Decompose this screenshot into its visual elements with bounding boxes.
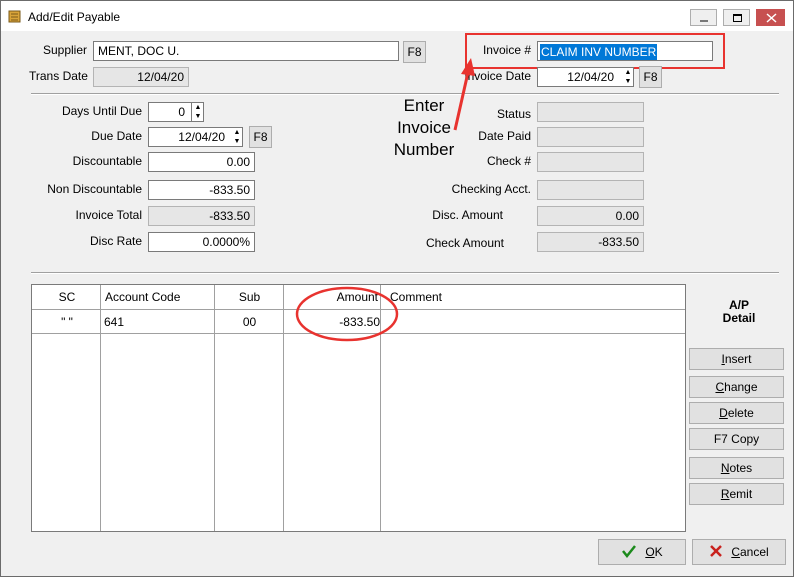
highlight-box	[465, 33, 725, 69]
date-paid-field	[537, 127, 644, 147]
check-number-field	[537, 152, 644, 172]
supplier-lookup-button[interactable]: F8	[403, 41, 426, 63]
due-date-field[interactable]: 12/04/20	[148, 127, 232, 147]
days-until-due-field[interactable]: 0	[148, 102, 192, 122]
side-panel-title-line: Detail	[722, 311, 756, 325]
supplier-label: Supplier	[42, 43, 87, 57]
minimize-button[interactable]	[690, 9, 717, 26]
annotation-arrow-icon	[453, 58, 475, 131]
invoice-date-spinner[interactable]: ▲ ▼	[622, 67, 634, 87]
checking-acct-field	[537, 180, 644, 200]
invoice-total-label: Invoice Total	[75, 208, 143, 222]
column-header-sc[interactable]: SC	[32, 285, 102, 309]
app-icon	[8, 10, 21, 23]
spin-down-icon[interactable]: ▼	[623, 77, 633, 86]
ok-button[interactable]: OK	[598, 539, 686, 565]
non-discountable-label: Non Discountable	[47, 182, 142, 196]
checkmark-icon	[622, 545, 637, 559]
close-button[interactable]	[756, 9, 785, 26]
due-date-label: Due Date	[91, 129, 142, 143]
invoice-date-field[interactable]: 12/04/20	[537, 67, 623, 87]
invoice-total-field: -833.50	[148, 206, 255, 226]
cell-comment[interactable]	[390, 310, 590, 334]
title-bar: Add/Edit Payable	[1, 1, 793, 31]
maximize-button[interactable]	[723, 9, 750, 26]
cancel-x-icon	[710, 545, 723, 557]
check-amount-field: -833.50	[537, 232, 644, 252]
copy-button[interactable]: F7 Copy	[689, 428, 784, 450]
status-label: Status	[496, 107, 531, 121]
days-until-due-label: Days Until Due	[61, 104, 142, 118]
change-button[interactable]: Change	[689, 376, 784, 398]
side-panel-title: A/P Detail	[689, 299, 789, 325]
notes-button[interactable]: Notes	[689, 457, 784, 479]
due-date-lookup-button[interactable]: F8	[249, 126, 272, 148]
column-header-account-code[interactable]: Account Code	[105, 285, 215, 309]
insert-button[interactable]: Insert	[689, 348, 784, 370]
delete-button[interactable]: Delete	[689, 402, 784, 424]
column-header-comment[interactable]: Comment	[390, 285, 590, 309]
close-icon	[766, 13, 777, 23]
spin-down-icon[interactable]: ▼	[232, 137, 242, 146]
trans-date-label: Trans Date	[29, 69, 88, 83]
minimize-icon	[700, 20, 708, 22]
checking-acct-label: Checking Acct.	[451, 182, 531, 196]
trans-date-field: 12/04/20	[93, 67, 189, 87]
cell-sc[interactable]: " "	[32, 310, 102, 334]
check-amount-label: Check Amount	[425, 236, 504, 250]
amount-highlight-ellipse	[295, 286, 399, 342]
spin-up-icon[interactable]: ▲	[623, 68, 633, 77]
disc-amount-label: Disc. Amount	[432, 208, 503, 222]
due-date-spinner[interactable]: ▲ ▼	[231, 127, 243, 147]
cancel-button[interactable]: Cancel	[692, 539, 786, 565]
discountable-label: Discountable	[72, 154, 142, 168]
date-paid-label: Date Paid	[478, 129, 531, 143]
maximize-icon	[733, 14, 742, 22]
cell-account-code[interactable]: 641	[104, 310, 214, 334]
disc-amount-field: 0.00	[537, 206, 644, 226]
spin-down-icon[interactable]: ▼	[193, 112, 203, 121]
supplier-field[interactable]: MENT, DOC U.	[93, 41, 399, 61]
divider	[31, 272, 779, 274]
window-title: Add/Edit Payable	[28, 10, 121, 24]
non-discountable-field[interactable]: -833.50	[148, 180, 255, 200]
spin-up-icon[interactable]: ▲	[193, 103, 203, 112]
disc-rate-label: Disc Rate	[89, 234, 142, 248]
remit-button[interactable]: Remit	[689, 483, 784, 505]
spin-up-icon[interactable]: ▲	[232, 128, 242, 137]
column-header-sub[interactable]: Sub	[215, 285, 284, 309]
cell-sub[interactable]: 00	[215, 310, 284, 334]
invoice-date-lookup-button[interactable]: F8	[639, 66, 662, 88]
disc-rate-field[interactable]: 0.0000%	[148, 232, 255, 252]
days-until-due-spinner[interactable]: ▲ ▼	[192, 102, 204, 122]
check-number-label: Check #	[486, 154, 531, 168]
add-edit-payable-window: Add/Edit Payable Supplier MENT, DOC U. F…	[0, 0, 794, 577]
status-field	[537, 102, 644, 122]
discountable-field[interactable]: 0.00	[148, 152, 255, 172]
